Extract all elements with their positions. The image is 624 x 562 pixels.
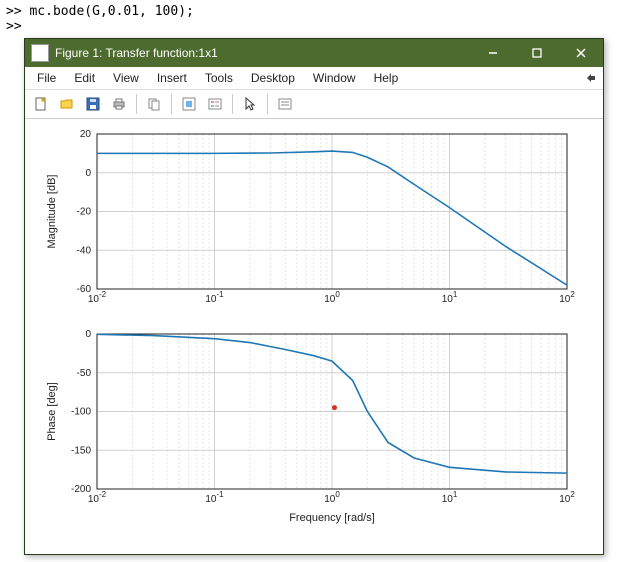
save-icon[interactable] bbox=[81, 92, 105, 116]
matlab-figure-icon bbox=[31, 44, 49, 62]
svg-text:100: 100 bbox=[324, 290, 340, 305]
maximize-button[interactable] bbox=[515, 39, 559, 67]
svg-text:-100: -100 bbox=[71, 407, 91, 418]
prompt: >> bbox=[6, 19, 22, 34]
svg-text:-200: -200 bbox=[71, 484, 91, 495]
svg-text:0: 0 bbox=[85, 329, 91, 340]
command-text: mc.bode(G,0.01, 100); bbox=[29, 4, 193, 19]
titlebar[interactable]: Figure 1: Transfer function:1x1 bbox=[25, 39, 603, 67]
prompt: >> bbox=[6, 4, 22, 19]
menu-edit[interactable]: Edit bbox=[66, 69, 103, 87]
svg-text:-150: -150 bbox=[71, 445, 91, 456]
svg-text:20: 20 bbox=[80, 129, 92, 140]
svg-text:102: 102 bbox=[559, 290, 575, 305]
data-cursor-icon[interactable] bbox=[273, 92, 297, 116]
menu-help[interactable]: Help bbox=[366, 69, 407, 87]
menu-insert[interactable]: Insert bbox=[149, 69, 195, 87]
copy-icon[interactable] bbox=[142, 92, 166, 116]
svg-text:-60: -60 bbox=[77, 284, 92, 295]
bode-plot[interactable]: 10-210-1100101102-60-40-20020Magnitude [… bbox=[25, 119, 603, 554]
pointer-icon[interactable] bbox=[238, 92, 262, 116]
open-icon[interactable] bbox=[55, 92, 79, 116]
svg-text:101: 101 bbox=[442, 290, 458, 305]
menubar: File Edit View Insert Tools Desktop Wind… bbox=[25, 67, 603, 90]
plot-area: 10-210-1100101102-60-40-20020Magnitude [… bbox=[25, 119, 603, 554]
menu-tools[interactable]: Tools bbox=[197, 69, 241, 87]
print-icon[interactable] bbox=[107, 92, 131, 116]
menu-view[interactable]: View bbox=[105, 69, 147, 87]
new-figure-icon[interactable] bbox=[29, 92, 53, 116]
svg-text:0: 0 bbox=[85, 168, 91, 179]
link-icon[interactable] bbox=[177, 92, 201, 116]
svg-text:10-1: 10-1 bbox=[205, 290, 224, 305]
command-window[interactable]: >> mc.bode(G,0.01, 100); >> bbox=[0, 0, 624, 38]
menu-desktop[interactable]: Desktop bbox=[243, 69, 303, 87]
svg-text:-20: -20 bbox=[77, 207, 92, 218]
svg-text:Phase [deg]: Phase [deg] bbox=[46, 382, 58, 441]
svg-text:102: 102 bbox=[559, 490, 575, 505]
menu-window[interactable]: Window bbox=[305, 69, 364, 87]
minimize-button[interactable] bbox=[471, 39, 515, 67]
svg-text:101: 101 bbox=[442, 490, 458, 505]
menu-file[interactable]: File bbox=[29, 69, 64, 87]
window-title: Figure 1: Transfer function:1x1 bbox=[55, 46, 471, 60]
svg-text:Frequency [rad/s]: Frequency [rad/s] bbox=[289, 512, 375, 524]
figure-window: Figure 1: Transfer function:1x1 File Edi… bbox=[24, 38, 604, 555]
svg-text:100: 100 bbox=[324, 490, 340, 505]
svg-text:-40: -40 bbox=[77, 245, 92, 256]
legend-icon[interactable] bbox=[203, 92, 227, 116]
toolbar bbox=[25, 90, 603, 119]
svg-text:10-1: 10-1 bbox=[205, 490, 224, 505]
dock-icon[interactable] bbox=[583, 70, 599, 86]
svg-text:Magnitude [dB]: Magnitude [dB] bbox=[46, 175, 58, 249]
close-button[interactable] bbox=[559, 39, 603, 67]
svg-text:-50: -50 bbox=[77, 368, 92, 379]
